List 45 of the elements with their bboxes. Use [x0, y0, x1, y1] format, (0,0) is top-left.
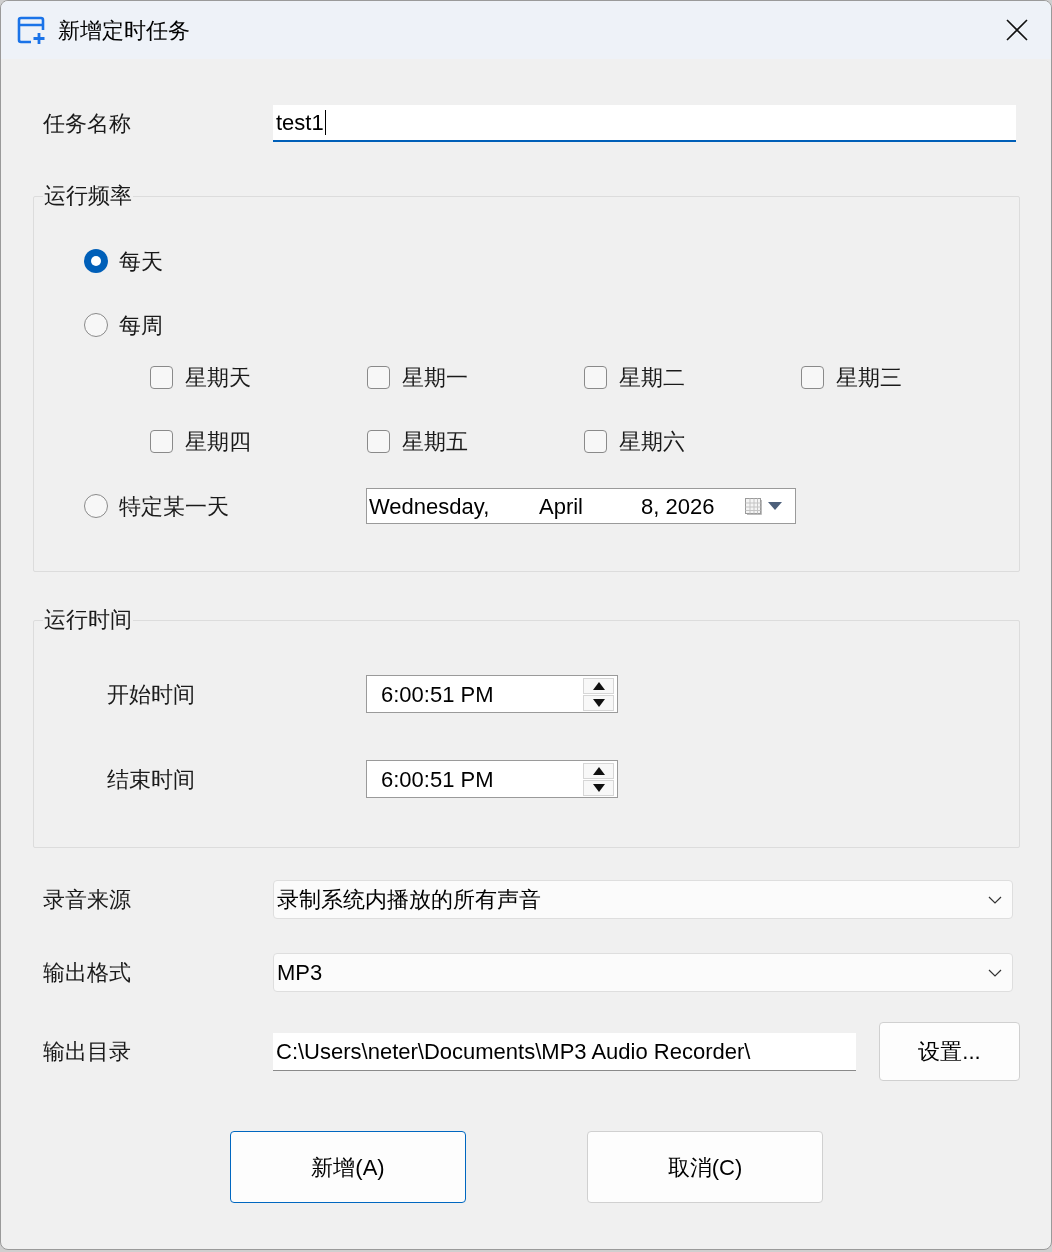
- field-label: 录音来源: [42, 886, 132, 914]
- field-label: 输出格式: [42, 959, 132, 987]
- task-name-field[interactable]: test1: [273, 105, 1016, 142]
- checkbox-option[interactable]: 星期四: [150, 421, 251, 461]
- checkbox-option[interactable]: 星期一: [367, 357, 468, 397]
- radio-option[interactable]: 每周: [84, 305, 163, 345]
- spin-down-button[interactable]: [583, 694, 614, 711]
- close-button[interactable]: [1005, 18, 1029, 42]
- calendar-icon: [743, 496, 763, 516]
- checkbox-option[interactable]: 星期二: [584, 357, 685, 397]
- field-label: 输出目录: [42, 1038, 132, 1066]
- caret-down-icon[interactable]: [767, 501, 783, 511]
- radio-option[interactable]: 每天: [84, 241, 163, 281]
- date-picker[interactable]: Wednesday, April 8, 2026: [366, 488, 796, 524]
- checkbox-option[interactable]: 星期三: [801, 357, 902, 397]
- window-title: 新增定时任务: [58, 16, 190, 45]
- settings-button[interactable]: 设置...: [879, 1022, 1020, 1081]
- text-cursor: [324, 110, 326, 135]
- dropdown[interactable]: MP3: [273, 953, 1013, 992]
- radio-option[interactable]: 特定某一天: [84, 486, 229, 526]
- spin-down-button[interactable]: [583, 779, 614, 796]
- output-folder-field[interactable]: C:\Users\neter\Documents\MP3 Audio Recorder\: [273, 1032, 856, 1071]
- spin-up-button[interactable]: [583, 677, 614, 694]
- window-plus-icon: [16, 15, 46, 45]
- dropdown[interactable]: 录制系统内播放的所有声音: [273, 880, 1013, 919]
- time-field[interactable]: 6:00:51 PM: [366, 675, 618, 713]
- chevron-down-icon: [988, 895, 1002, 904]
- checkbox-option[interactable]: 星期天: [150, 357, 251, 397]
- field-label: 结束时间: [107, 765, 196, 794]
- field-label: 开始时间: [107, 680, 196, 709]
- chevron-down-icon: [988, 968, 1002, 977]
- dialog-button[interactable]: 新增(A): [230, 1131, 466, 1203]
- triangle-down-icon: [592, 698, 605, 707]
- field-label: 任务名称: [42, 110, 132, 138]
- spin-up-button[interactable]: [583, 762, 614, 779]
- triangle-up-icon: [592, 681, 605, 690]
- triangle-down-icon: [592, 783, 605, 792]
- group-title: 运行频率: [43, 183, 133, 209]
- group-title: 运行时间: [43, 607, 133, 633]
- time-field[interactable]: 6:00:51 PM: [366, 760, 618, 798]
- close-icon: [1006, 19, 1028, 41]
- triangle-up-icon: [592, 766, 605, 775]
- checkbox-option[interactable]: 星期六: [584, 421, 685, 461]
- checkbox-option[interactable]: 星期五: [367, 421, 468, 461]
- dialog-button[interactable]: 取消(C): [587, 1131, 823, 1203]
